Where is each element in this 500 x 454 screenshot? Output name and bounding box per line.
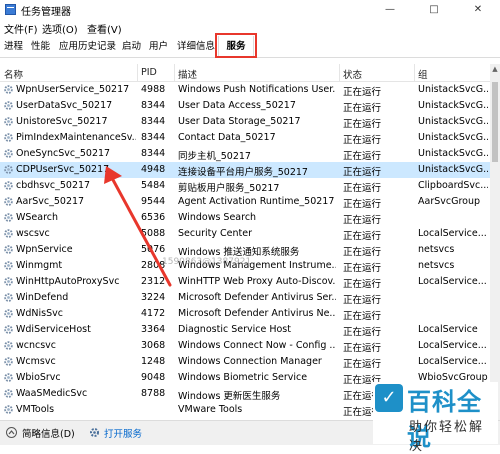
services-gear-icon (90, 428, 99, 437)
annotation-arrow (104, 166, 172, 287)
brand-logo-icon: ✓ (375, 384, 403, 412)
brief-details-button[interactable]: 简略信息(D) (22, 426, 75, 440)
brand-subtitle: 助你轻松解决 (409, 420, 485, 454)
open-services-link[interactable]: 打开服务 (104, 426, 142, 440)
brand-watermark: ✓ 百科全说 助你轻松解决 (373, 382, 498, 454)
chevron-up-icon[interactable] (6, 427, 17, 438)
